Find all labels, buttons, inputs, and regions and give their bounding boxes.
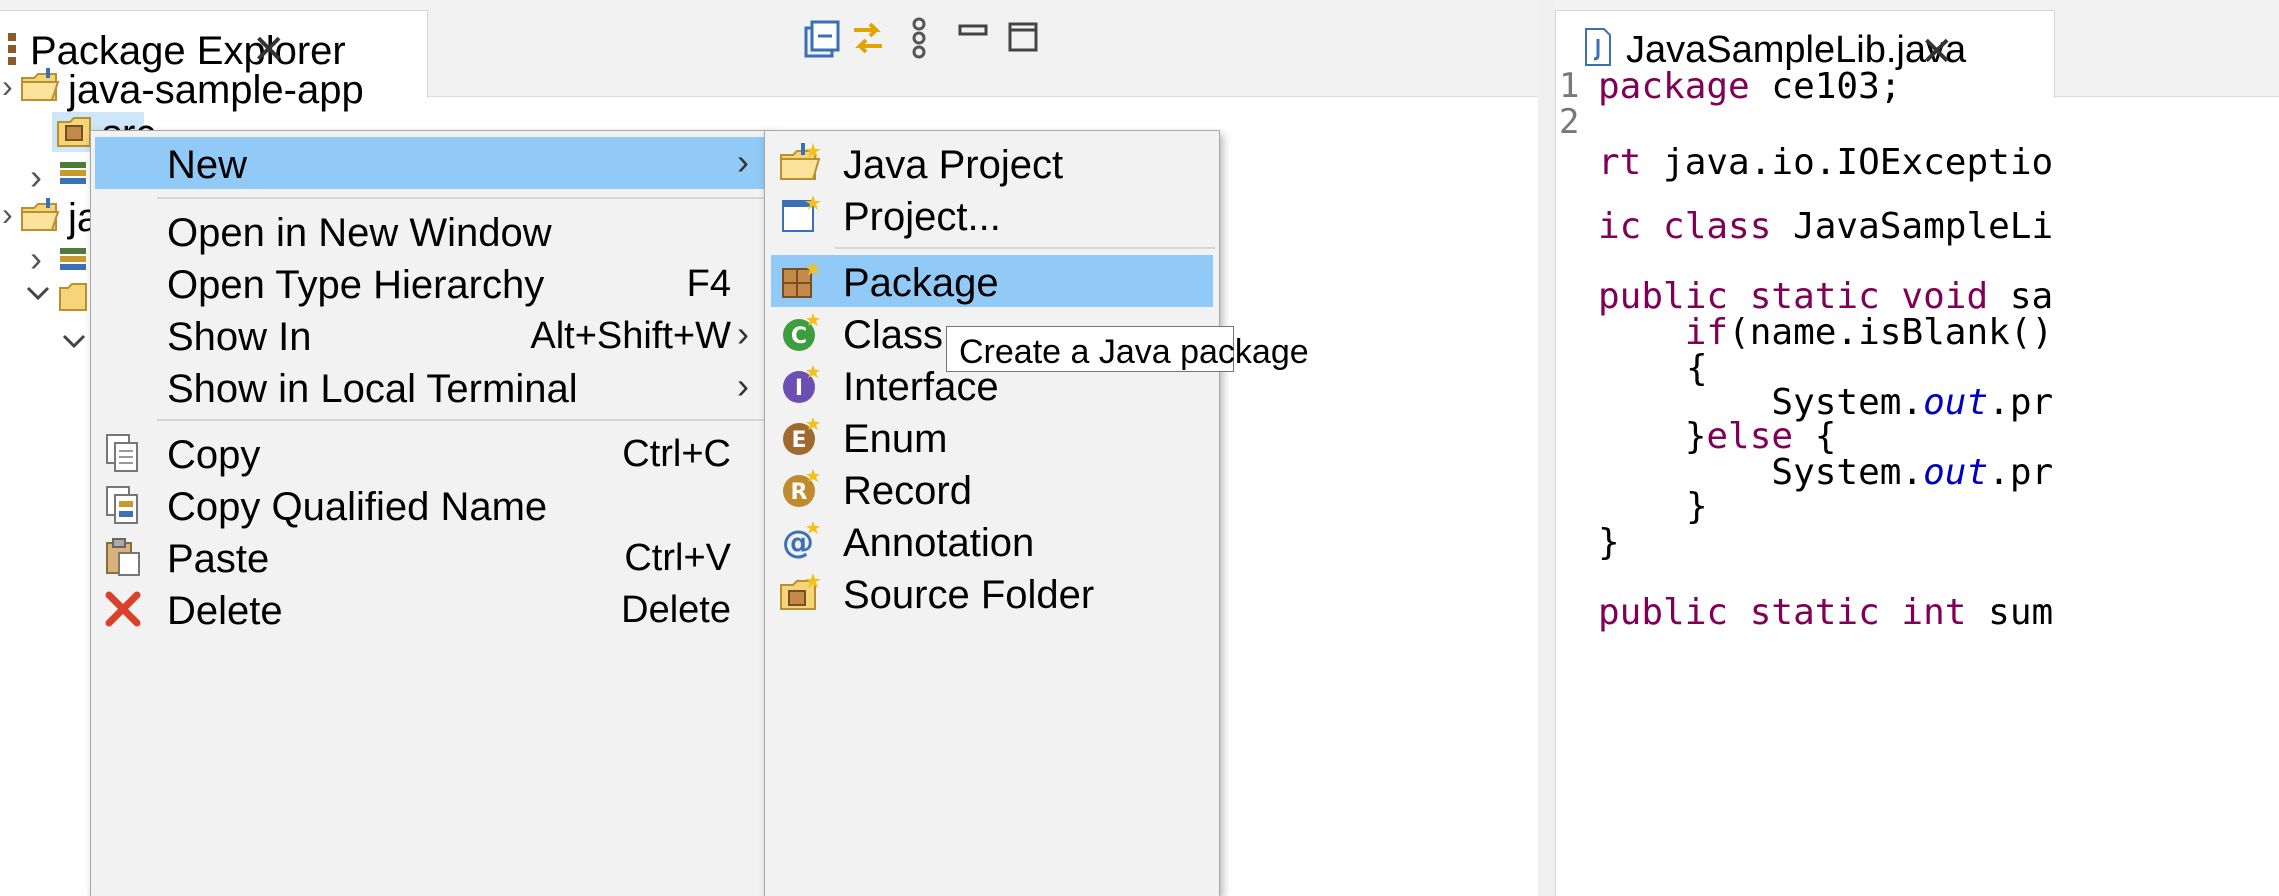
menu-item-show-in[interactable]: Show In Alt+Shift+W › bbox=[95, 309, 767, 361]
view-menu-icon[interactable] bbox=[904, 16, 948, 60]
code-line: if(name.isBlank() bbox=[1684, 312, 2054, 353]
menu-item-label: Paste bbox=[167, 537, 270, 581]
menu-separator bbox=[157, 197, 765, 199]
submenu-arrow-icon: › bbox=[737, 365, 749, 406]
submenu-item-source-folder[interactable]: Source Folder bbox=[769, 567, 1215, 619]
project-folder-icon bbox=[20, 66, 60, 111]
submenu-item-package[interactable]: Package bbox=[771, 255, 1213, 307]
menu-separator bbox=[157, 419, 765, 421]
new-source-folder-icon bbox=[779, 571, 823, 620]
submenu-item-annotation[interactable]: @ Annotation bbox=[769, 515, 1215, 567]
menu-item-shortcut: Delete bbox=[621, 589, 731, 631]
submenu-item-record[interactable]: R Record bbox=[769, 463, 1215, 515]
menu-item-label: Copy bbox=[167, 433, 261, 477]
submenu-item-label: Record bbox=[843, 469, 972, 513]
menu-item-shortcut: F4 bbox=[686, 263, 731, 305]
svg-text:R: R bbox=[791, 480, 808, 505]
code-line: public static void sa bbox=[1598, 276, 2054, 317]
context-menu: New › Open in New Window Open Type Hiera… bbox=[90, 130, 770, 896]
menu-item-delete[interactable]: Delete Delete bbox=[95, 583, 767, 635]
source-folder-icon bbox=[58, 280, 88, 317]
close-icon[interactable]: ✕ bbox=[252, 27, 286, 73]
menu-item-label: Open in New Window bbox=[167, 211, 552, 255]
submenu-item-java-project[interactable]: Java Project bbox=[769, 137, 1215, 189]
collapse-all-icon[interactable] bbox=[800, 18, 844, 62]
copy-qualified-name-icon bbox=[103, 485, 143, 530]
pane-divider[interactable] bbox=[1538, 0, 1555, 896]
menu-item-open-type-hierarchy[interactable]: Open Type Hierarchy F4 bbox=[95, 257, 767, 309]
menu-item-label: Open Type Hierarchy bbox=[167, 263, 545, 307]
code-line: } bbox=[1686, 486, 1708, 527]
paste-icon bbox=[103, 537, 143, 582]
svg-text:I: I bbox=[795, 376, 803, 401]
new-project-icon bbox=[779, 193, 823, 242]
line-number: 1 bbox=[1559, 66, 1580, 106]
menu-item-label: Delete bbox=[167, 589, 283, 633]
menu-item-copy[interactable]: Copy Ctrl+C bbox=[95, 427, 767, 479]
submenu-item-label: Annotation bbox=[843, 521, 1035, 565]
chevron-down-icon[interactable] bbox=[62, 332, 86, 357]
class-icon: C bbox=[781, 313, 821, 358]
record-icon: R bbox=[781, 469, 821, 514]
package-icon bbox=[779, 259, 823, 308]
svg-text:C: C bbox=[791, 324, 807, 349]
maximize-icon[interactable] bbox=[1006, 20, 1050, 64]
menu-item-show-in-local-terminal[interactable]: Show in Local Terminal › bbox=[95, 361, 767, 413]
menu-separator bbox=[835, 247, 1215, 249]
menu-item-label: Show in Local Terminal bbox=[167, 367, 578, 411]
library-icon bbox=[58, 244, 88, 279]
chevron-right-icon[interactable]: › bbox=[2, 68, 13, 105]
tree-item-java-sample-app[interactable]: java-sample-app bbox=[68, 68, 364, 113]
submenu-item-enum[interactable]: E Enum bbox=[769, 411, 1215, 463]
submenu-item-label: Package bbox=[843, 261, 999, 305]
code-line: ic class JavaSampleLi bbox=[1598, 206, 2054, 247]
svg-text:E: E bbox=[791, 428, 806, 453]
menu-item-shortcut: Alt+Shift+W bbox=[530, 315, 731, 357]
svg-text:@: @ bbox=[782, 523, 814, 561]
menu-item-label: Show In bbox=[167, 315, 312, 359]
submenu-item-label: Class bbox=[843, 313, 944, 357]
menu-item-copy-qualified-name[interactable]: Copy Qualified Name bbox=[95, 479, 767, 531]
code-line: public static int sum bbox=[1598, 592, 2054, 633]
minimize-icon[interactable] bbox=[956, 14, 1000, 58]
submenu-item-label: Source Folder bbox=[843, 573, 1095, 617]
code-line: }else { bbox=[1598, 416, 1837, 457]
chevron-right-icon[interactable]: › bbox=[30, 156, 42, 198]
menu-item-new[interactable]: New › bbox=[95, 137, 767, 189]
interface-icon: I bbox=[781, 365, 821, 410]
java-project-icon bbox=[779, 141, 823, 190]
menu-item-label: Copy Qualified Name bbox=[167, 485, 548, 529]
submenu-item-label: Project... bbox=[843, 195, 1001, 239]
chevron-right-icon[interactable]: › bbox=[2, 196, 13, 233]
link-with-editor-icon[interactable] bbox=[846, 16, 890, 60]
close-icon[interactable]: ✕ bbox=[1920, 29, 1954, 75]
menu-item-label: New bbox=[167, 143, 248, 187]
source-folder-icon bbox=[56, 114, 94, 155]
submenu-item-label: Java Project bbox=[843, 143, 1064, 187]
annotation-icon: @ bbox=[781, 521, 821, 566]
delete-icon bbox=[103, 589, 143, 634]
menu-item-shortcut: Ctrl+V bbox=[624, 537, 731, 579]
copy-icon bbox=[103, 433, 143, 478]
menu-item-paste[interactable]: Paste Ctrl+V bbox=[95, 531, 767, 583]
library-icon bbox=[58, 158, 88, 193]
project-folder-icon bbox=[20, 196, 60, 241]
code-line: rt java.io.IOExceptio bbox=[1598, 142, 2054, 183]
submenu-arrow-icon: › bbox=[737, 313, 749, 354]
chevron-down-icon[interactable] bbox=[26, 284, 50, 309]
submenu-item-label: Enum bbox=[843, 417, 948, 461]
submenu-arrow-icon: › bbox=[737, 141, 749, 182]
tooltip: Create a Java package bbox=[946, 326, 1309, 372]
new-submenu: Java Project Project... Package C Class … bbox=[764, 130, 1220, 896]
code-line: package ce103; bbox=[1598, 66, 1902, 107]
code-area[interactable]: 1 package ce103; 2 rt java.io.IOExceptio… bbox=[1555, 66, 2279, 896]
chevron-right-icon[interactable]: › bbox=[30, 238, 42, 280]
code-line: } bbox=[1598, 522, 1620, 563]
submenu-item-project[interactable]: Project... bbox=[769, 189, 1215, 241]
menu-item-open-in-new-window[interactable]: Open in New Window bbox=[95, 205, 767, 257]
line-number: 2 bbox=[1559, 102, 1580, 142]
menu-item-shortcut: Ctrl+C bbox=[622, 433, 731, 475]
enum-icon: E bbox=[781, 417, 821, 462]
